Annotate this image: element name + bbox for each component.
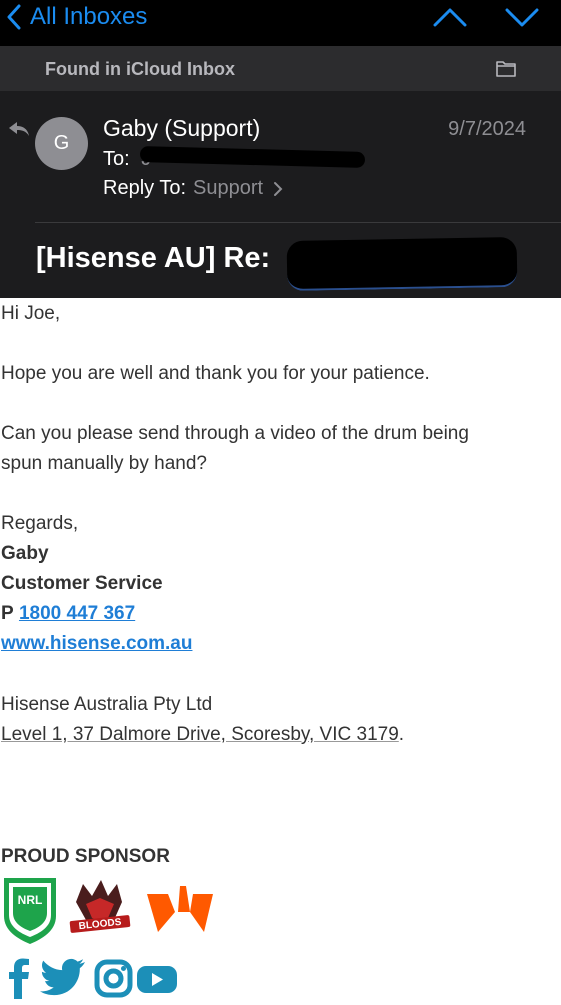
back-button[interactable]: All Inboxes bbox=[6, 2, 147, 32]
avatar[interactable]: G bbox=[35, 117, 88, 170]
redaction-mark bbox=[139, 146, 366, 168]
address-row: Level 1, 37 Dalmore Drive, Scoresby, VIC… bbox=[1, 724, 404, 746]
address-period: . bbox=[398, 724, 405, 745]
reply-icon bbox=[9, 122, 29, 136]
twitter-icon[interactable] bbox=[39, 958, 85, 996]
email-header: G Gaby (Support) 9/7/2024 To: J Reply To… bbox=[0, 91, 561, 298]
greeting: Hi Joe, bbox=[1, 303, 61, 324]
found-in-label: Found in iCloud Inbox bbox=[45, 59, 235, 79]
to-label: To: bbox=[103, 148, 130, 170]
phone-prefix: P bbox=[1, 603, 14, 624]
email-date: 9/7/2024 bbox=[448, 118, 526, 140]
folder-icon[interactable] bbox=[496, 60, 516, 77]
address-link[interactable]: Level 1, 37 Dalmore Drive, Scoresby, VIC… bbox=[1, 724, 399, 745]
header-divider bbox=[35, 222, 561, 223]
svg-text:BLOODS: BLOODS bbox=[78, 917, 122, 932]
found-in-banner: Found in iCloud Inbox bbox=[0, 46, 561, 91]
chevron-up-icon[interactable] bbox=[433, 6, 467, 28]
social-icons bbox=[0, 955, 190, 1005]
chevron-down-icon[interactable] bbox=[505, 6, 539, 28]
subject-redaction bbox=[286, 236, 518, 292]
paragraph-2-line-2: spun manually by hand? bbox=[1, 453, 207, 474]
phone-row: P 1800 447 367 bbox=[1, 603, 135, 625]
top-nav-bar: All Inboxes bbox=[0, 0, 561, 46]
chevron-left-icon bbox=[7, 4, 21, 30]
instagram-icon[interactable] bbox=[94, 959, 133, 998]
svg-text:NRL: NRL bbox=[18, 893, 43, 907]
company-name: Hisense Australia Pty Ltd bbox=[1, 694, 213, 715]
sponsor-logos: NRL BLOODS bbox=[0, 876, 220, 951]
facebook-icon[interactable] bbox=[9, 958, 29, 1000]
reply-to-row[interactable]: Reply To: Support bbox=[103, 177, 285, 200]
youtube-icon[interactable] bbox=[137, 966, 177, 993]
reply-to-value: Support bbox=[193, 177, 264, 199]
reply-to-label: Reply To: bbox=[103, 177, 187, 199]
email-subject: [Hisense AU] Re: bbox=[36, 242, 271, 274]
nrl-logo[interactable]: NRL bbox=[4, 878, 56, 944]
website-link[interactable]: www.hisense.com.au bbox=[1, 633, 192, 655]
paragraph-1: Hope you are well and thank you for your… bbox=[1, 363, 430, 384]
bloods-logo[interactable]: BLOODS bbox=[69, 880, 131, 933]
paragraph-2-line-1: Can you please send through a video of t… bbox=[1, 423, 469, 444]
regards: Regards, bbox=[1, 513, 79, 534]
back-label: All Inboxes bbox=[30, 3, 148, 30]
sender-name[interactable]: Gaby (Support) bbox=[103, 115, 260, 142]
phone-link[interactable]: 1800 447 367 bbox=[19, 603, 135, 624]
signature-title: Customer Service bbox=[1, 573, 163, 594]
chevron-right-icon bbox=[274, 181, 283, 196]
signature-name: Gaby bbox=[1, 543, 49, 564]
sponsor-heading: PROUD SPONSOR bbox=[1, 846, 170, 867]
fnatic-logo[interactable] bbox=[147, 886, 213, 932]
